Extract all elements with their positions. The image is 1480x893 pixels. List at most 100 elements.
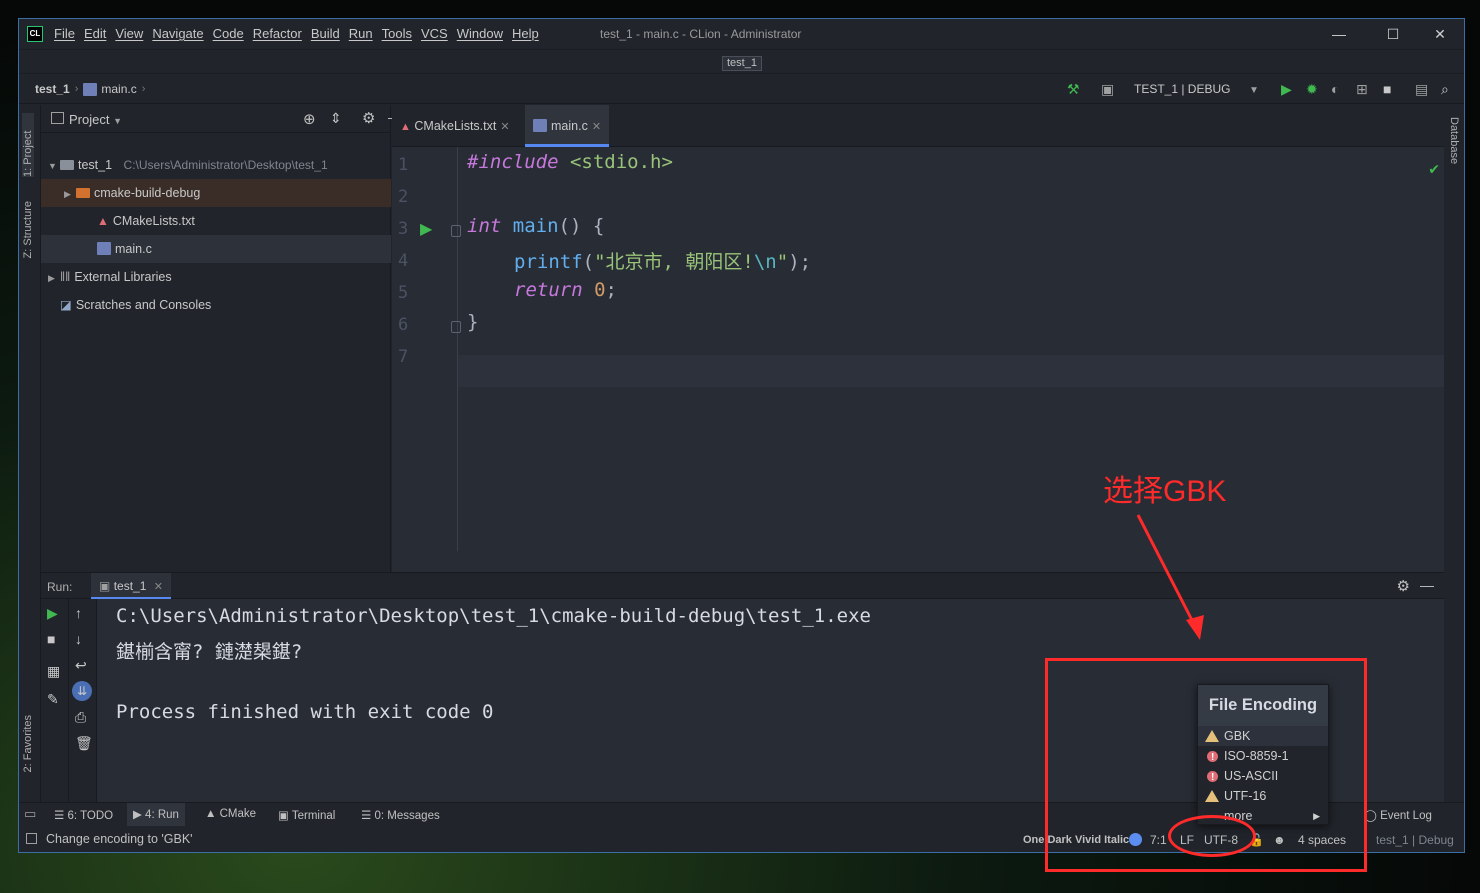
pin-icon[interactable]: ✎ [47, 691, 59, 708]
annotation-ellipse [1168, 815, 1256, 857]
project-tab-strip: test_1 [19, 49, 1464, 74]
terminal-tab[interactable]: ▣ Terminal [278, 808, 335, 822]
breadcrumb-file[interactable]: main.c [101, 82, 136, 96]
minimize-button[interactable]: — [1319, 22, 1359, 46]
gear-icon[interactable]: ⚙ [362, 109, 375, 127]
scroll-to-end-icon[interactable]: ⇊ [72, 681, 92, 701]
close-tab-icon[interactable]: ✕ [500, 121, 509, 133]
coverage-icon[interactable]: ◐ [1331, 80, 1339, 98]
tree-item-root[interactable]: ▼ test_1 C:\Users\Administrator\Desktop\t… [41, 151, 391, 179]
code-line-6[interactable]: } [467, 311, 478, 333]
menu-refactor[interactable]: Refactor [253, 26, 302, 41]
library-icon: ‖‖ [60, 270, 71, 284]
run-icon[interactable]: ▶ [1281, 80, 1292, 98]
event-log-tab[interactable]: ◯ Event Log [1364, 808, 1432, 822]
soft-wrap-icon[interactable]: ↩ [75, 657, 87, 674]
restore-layout-icon[interactable]: ▦ [47, 663, 60, 680]
layout-icon[interactable]: ▤ [1415, 80, 1428, 98]
code-editor: ▲ CMakeLists.txt ✕ main.c ✕ 1 2 3 4 5 6 7 … [392, 105, 1444, 572]
run-tab-test1[interactable]: ▣ test_1 ✕ [91, 573, 171, 599]
cmake-tab[interactable]: ▲ CMake [205, 808, 256, 820]
tree-item-cmakelists[interactable]: ▲ CMakeLists.txt [41, 207, 391, 235]
down-arrow-icon[interactable]: ↓ [75, 631, 82, 647]
breadcrumb-project[interactable]: test_1 [35, 82, 70, 96]
tree-item-cmake-build-debug[interactable]: ▶ cmake-build-debug [41, 179, 391, 207]
terminal-icon: ▣ [278, 810, 292, 822]
project-view-selector[interactable]: Project ▼ [69, 112, 122, 127]
tab-label: 4: Run [145, 809, 179, 821]
menu-navigate[interactable]: Navigate [152, 26, 203, 41]
expanded-arrow-icon: ▼ [48, 161, 57, 171]
structure-tool-tab[interactable]: Z: Structure [22, 201, 34, 258]
close-tab-icon[interactable]: ✕ [592, 121, 601, 133]
run-panel-header: Run: ▣ test_1 ✕ ⚙ — [41, 573, 1444, 599]
menu-edit[interactable]: Edit [84, 26, 106, 41]
code-token: ( [582, 251, 595, 273]
maximize-button[interactable]: ☐ [1373, 22, 1413, 46]
run-tool-tab[interactable]: ▶ 4: Run [127, 803, 185, 827]
up-arrow-icon[interactable]: ↑ [75, 605, 82, 621]
c-file-icon [83, 82, 98, 96]
todo-tab[interactable]: ☰ 6: TODO [54, 808, 113, 822]
menu-window[interactable]: Window [457, 26, 503, 41]
tree-item-external-libraries[interactable]: ▶ ‖‖ External Libraries [41, 263, 391, 291]
print-icon[interactable]: ⎙ [75, 709, 86, 726]
code-line-1[interactable]: #include <stdio.h> [467, 151, 673, 173]
profile-icon[interactable]: ⊞ [1356, 80, 1368, 98]
stop-icon[interactable]: ■ [47, 631, 55, 647]
run-icon: ▶ [133, 809, 146, 821]
fold-icon[interactable] [451, 225, 461, 237]
database-tool-tab[interactable]: Database [1448, 117, 1460, 164]
messages-icon: ☰ [361, 810, 375, 822]
menu-vcs[interactable]: VCS [421, 26, 448, 41]
hide-icon[interactable]: — [1420, 577, 1434, 593]
tab-main-c[interactable]: main.c ✕ [525, 105, 610, 147]
resolve-context[interactable]: test_1 | Debug [1376, 833, 1454, 847]
code-token: 0 [594, 279, 606, 301]
locate-icon[interactable]: ⊕ [303, 110, 316, 128]
tab-label: 6: TODO [67, 810, 114, 822]
collapsed-arrow-icon: ▶ [64, 189, 71, 199]
menu-help[interactable]: Help [512, 26, 539, 41]
code-line-4[interactable]: printf("北京市, 朝阳区!\n"); [514, 247, 811, 274]
tab-label: main.c [551, 119, 588, 133]
tool-window-toggle-icon[interactable] [26, 833, 37, 844]
gear-icon[interactable]: ⚙ [1397, 577, 1410, 595]
run-label: Run: [47, 580, 73, 594]
rerun-icon[interactable]: ▶ [47, 605, 58, 622]
status-message: Change encoding to 'GBK' [46, 832, 193, 846]
messages-tab[interactable]: ☰ 0: Messages [361, 808, 440, 822]
tab-cmakelists[interactable]: ▲ CMakeLists.txt ✕ [392, 105, 518, 147]
code-token: } [467, 311, 479, 333]
layout-toggle-icon[interactable]: ▭ [24, 806, 36, 822]
menu-view[interactable]: View [115, 26, 143, 41]
project-tool-tab[interactable]: 1: Project [22, 113, 34, 177]
menu-run[interactable]: Run [349, 26, 373, 41]
stop-icon[interactable]: ■ [1383, 80, 1391, 98]
code-token: "北京市, 朝阳区! [594, 251, 754, 273]
build-hammer-icon[interactable]: ⚒ [1067, 80, 1080, 98]
debug-bug-icon[interactable]: ✹ [1306, 80, 1318, 98]
run-gutter-icon[interactable]: ▶ [420, 219, 432, 239]
close-tab-icon[interactable]: ✕ [154, 581, 163, 593]
c-file-icon [97, 242, 111, 255]
tree-item-main-c[interactable]: main.c [41, 235, 391, 263]
menu-build[interactable]: Build [311, 26, 340, 41]
collapse-all-icon[interactable]: ⇕ [330, 110, 342, 127]
trash-icon[interactable]: 🗑 [75, 735, 93, 752]
menu-code[interactable]: Code [213, 26, 244, 41]
tree-item-scratches[interactable]: ◪ Scratches and Consoles [41, 291, 391, 319]
menu-file[interactable]: File [54, 26, 75, 41]
project-tab[interactable]: test_1 [722, 56, 762, 71]
code-line-5[interactable]: return 0; [514, 279, 617, 301]
clion-logo-icon: CL [27, 26, 43, 42]
dropdown-arrow-icon[interactable]: ▼ [1249, 82, 1259, 100]
menu-tools[interactable]: Tools [382, 26, 412, 41]
code-line-3[interactable]: int main() { [467, 215, 604, 237]
project-panel: Project ▼ ⊕ ⇕ ⚙ — ▼ test_1 C:\Users\Admin… [41, 105, 402, 572]
favorites-tool-tab[interactable]: 2: Favorites [22, 715, 34, 772]
close-button[interactable]: ✕ [1420, 22, 1460, 46]
search-icon[interactable]: ⌕ [1441, 80, 1449, 98]
run-configuration-selector[interactable]: TEST_1 | DEBUG [1134, 82, 1230, 96]
fold-icon[interactable] [451, 321, 461, 333]
